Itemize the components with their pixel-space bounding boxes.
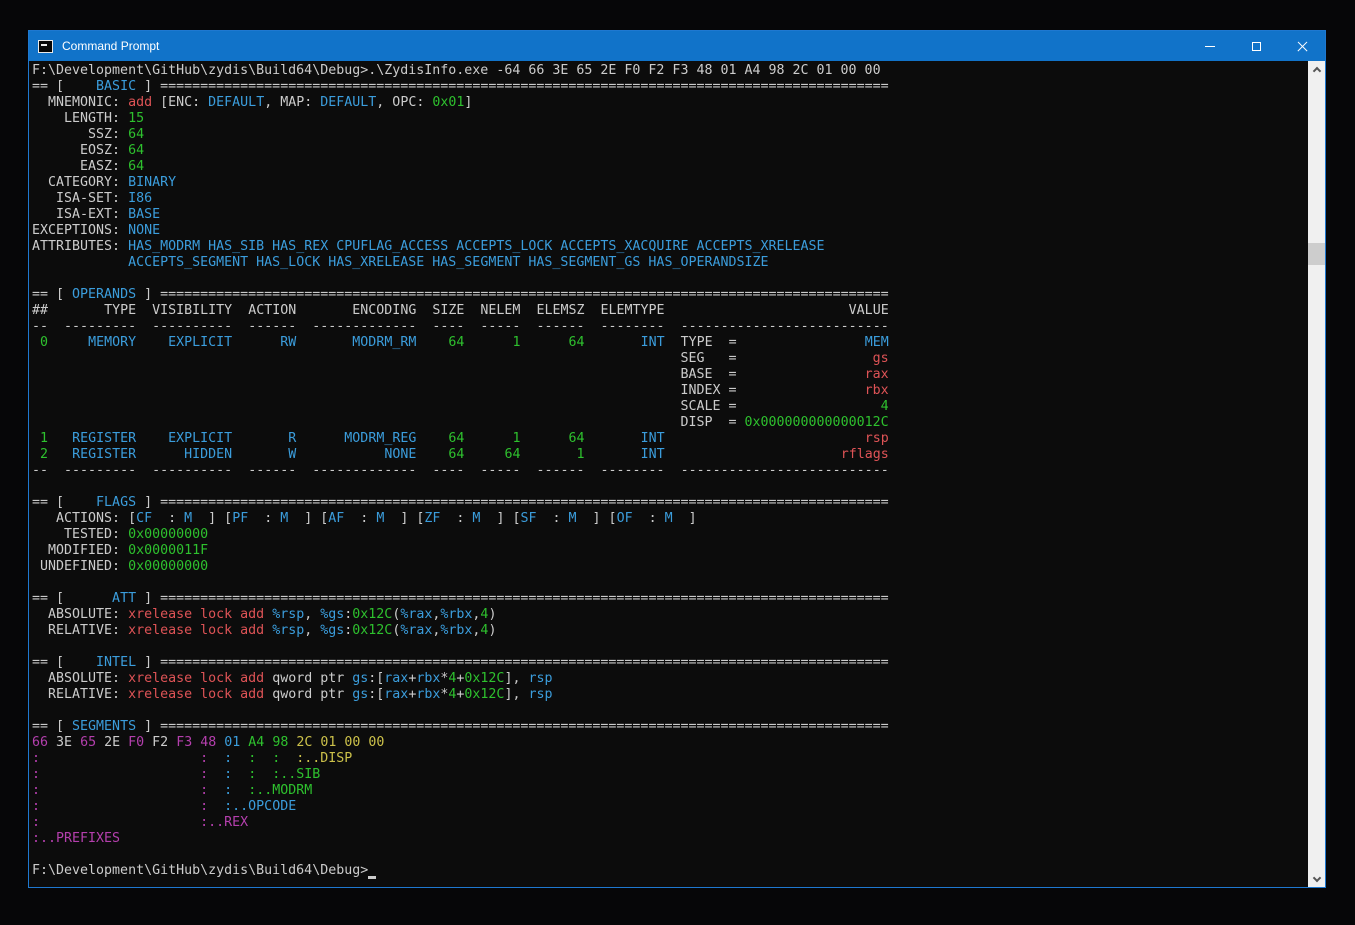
terminal-line: [32, 847, 1307, 863]
terminal-line: LENGTH: 15: [32, 111, 1307, 127]
terminal-line: ABSOLUTE: xrelease lock add %rsp, %gs:0x…: [32, 607, 1307, 623]
terminal-output: F:\Development\GitHub\zydis\Build64\Debu…: [32, 63, 1307, 887]
console-area[interactable]: F:\Development\GitHub\zydis\Build64\Debu…: [29, 61, 1325, 887]
terminal-line: [32, 271, 1307, 287]
window-controls: [1187, 31, 1325, 61]
terminal-line: [32, 479, 1307, 495]
terminal-line: F:\Development\GitHub\zydis\Build64\Debu…: [32, 863, 1307, 879]
terminal-line: INDEX = rbx: [32, 383, 1307, 399]
minimize-button[interactable]: [1187, 31, 1233, 61]
terminal-line: CATEGORY: BINARY: [32, 175, 1307, 191]
terminal-line: :..PREFIXES: [32, 831, 1307, 847]
terminal-line: 66 3E 65 2E F0 F2 F3 48 01 A4 98 2C 01 0…: [32, 735, 1307, 751]
terminal-line: EASZ: 64: [32, 159, 1307, 175]
terminal-line: DISP = 0x000000000000012C: [32, 415, 1307, 431]
terminal-line: -- --------- ---------- ------ ---------…: [32, 319, 1307, 335]
terminal-line: UNDEFINED: 0x00000000: [32, 559, 1307, 575]
chevron-down-icon: [1312, 873, 1320, 881]
terminal-line: == [ FLAGS ] ===========================…: [32, 495, 1307, 511]
terminal-line: TESTED: 0x00000000: [32, 527, 1307, 543]
terminal-line: MNEMONIC: add [ENC: DEFAULT, MAP: DEFAUL…: [32, 95, 1307, 111]
terminal-line: 0 MEMORY EXPLICIT RW MODRM_RM 64 1 64 IN…: [32, 335, 1307, 351]
terminal-line: ## TYPE VISIBILITY ACTION ENCODING SIZE …: [32, 303, 1307, 319]
window-title: Command Prompt: [62, 39, 159, 53]
cmd-prompt-mark-icon: [41, 44, 47, 46]
close-button[interactable]: [1279, 31, 1325, 61]
terminal-line: : : : :..MODRM: [32, 783, 1307, 799]
terminal-line: : : :..OPCODE: [32, 799, 1307, 815]
terminal-line: [32, 639, 1307, 655]
scrollbar-thumb[interactable]: [1308, 243, 1325, 265]
terminal-line: == [ SEGMENTS ] ========================…: [32, 719, 1307, 735]
terminal-line: -- --------- ---------- ------ ---------…: [32, 463, 1307, 479]
console-window: Command Prompt F:\Development\GitHub\zyd…: [28, 30, 1326, 888]
cmd-app-icon[interactable]: [38, 40, 53, 53]
maximize-button[interactable]: [1233, 31, 1279, 61]
terminal-line: 2 REGISTER HIDDEN W NONE 64 64 1 INT rfl…: [32, 447, 1307, 463]
terminal-line: ACTIONS: [CF : M ] [PF : M ] [AF : M ] […: [32, 511, 1307, 527]
terminal-line: RELATIVE: xrelease lock add qword ptr gs…: [32, 687, 1307, 703]
terminal-line: SEG = gs: [32, 351, 1307, 367]
terminal-line: == [ INTEL ] ===========================…: [32, 655, 1307, 671]
close-icon: [1296, 40, 1309, 53]
terminal-line: ACCEPTS_SEGMENT HAS_LOCK HAS_XRELEASE HA…: [32, 255, 1307, 271]
terminal-line: ATTRIBUTES: HAS_MODRM HAS_SIB HAS_REX CP…: [32, 239, 1307, 255]
terminal-line: MODIFIED: 0x0000011F: [32, 543, 1307, 559]
terminal-line: F:\Development\GitHub\zydis\Build64\Debu…: [32, 63, 1307, 79]
terminal-line: EOSZ: 64: [32, 143, 1307, 159]
terminal-line: EXCEPTIONS: NONE: [32, 223, 1307, 239]
terminal-line: : : : : :..SIB: [32, 767, 1307, 783]
terminal-line: 1 REGISTER EXPLICIT R MODRM_REG 64 1 64 …: [32, 431, 1307, 447]
chevron-up-icon: [1312, 66, 1320, 74]
text-cursor: [368, 863, 376, 879]
terminal-line: SSZ: 64: [32, 127, 1307, 143]
minimize-icon: [1205, 46, 1215, 47]
terminal-line: ISA-SET: I86: [32, 191, 1307, 207]
terminal-line: RELATIVE: xrelease lock add %rsp, %gs:0x…: [32, 623, 1307, 639]
terminal-line: BASE = rax: [32, 367, 1307, 383]
terminal-line: : :..REX: [32, 815, 1307, 831]
titlebar[interactable]: Command Prompt: [29, 31, 1325, 61]
scroll-up-button[interactable]: [1308, 61, 1325, 78]
terminal-line: [32, 575, 1307, 591]
scroll-down-button[interactable]: [1308, 870, 1325, 887]
terminal-line: ISA-EXT: BASE: [32, 207, 1307, 223]
terminal-line: == [ BASIC ] ===========================…: [32, 79, 1307, 95]
maximize-icon: [1252, 42, 1261, 51]
terminal-line: [32, 703, 1307, 719]
terminal-line: SCALE = 4: [32, 399, 1307, 415]
terminal-line: : : : : : :..DISP: [32, 751, 1307, 767]
terminal-line: == [ OPERANDS ] ========================…: [32, 287, 1307, 303]
terminal-line: == [ ATT ] =============================…: [32, 591, 1307, 607]
scrollbar[interactable]: [1308, 61, 1325, 887]
terminal-line: ABSOLUTE: xrelease lock add qword ptr gs…: [32, 671, 1307, 687]
